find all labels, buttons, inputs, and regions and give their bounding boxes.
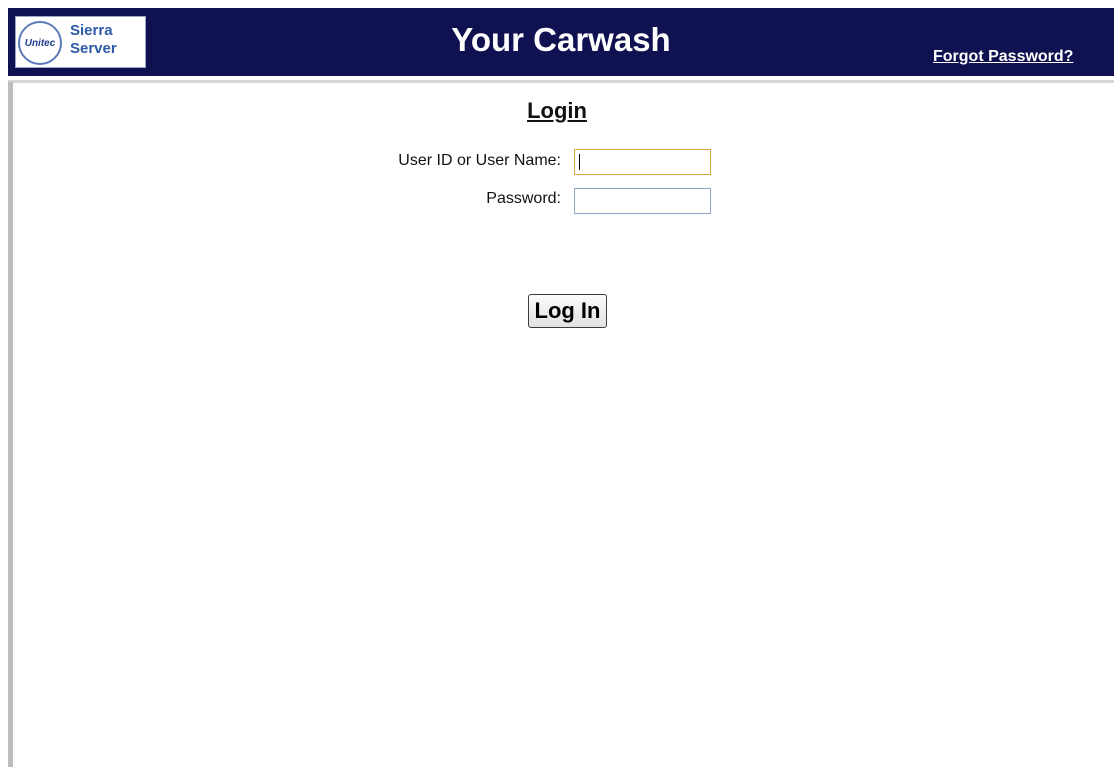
header-bar: Unitec Sierra Server Your Carwash Forgot… (8, 8, 1114, 76)
logo-product-name: Sierra Server (70, 22, 146, 58)
logo-name-line1: Sierra (70, 22, 113, 39)
user-id-label: User ID or User Name: (398, 152, 561, 169)
logo-name-line2: Server (70, 40, 117, 57)
logo-seal-text: Unitec (24, 37, 56, 49)
unitec-seal-icon: Unitec (18, 21, 62, 65)
password-input[interactable] (574, 188, 711, 214)
login-page: Unitec Sierra Server Your Carwash Forgot… (0, 0, 1114, 767)
password-label: Password: (486, 190, 561, 207)
user-id-input[interactable] (574, 149, 711, 175)
log-in-button[interactable]: Log In (528, 294, 607, 328)
sierra-server-logo: Unitec Sierra Server (15, 16, 146, 68)
left-border (8, 82, 13, 767)
top-divider (8, 80, 1114, 83)
login-heading: Login (527, 98, 587, 123)
forgot-password-link[interactable]: Forgot Password? (933, 48, 1073, 66)
text-caret (579, 154, 580, 170)
